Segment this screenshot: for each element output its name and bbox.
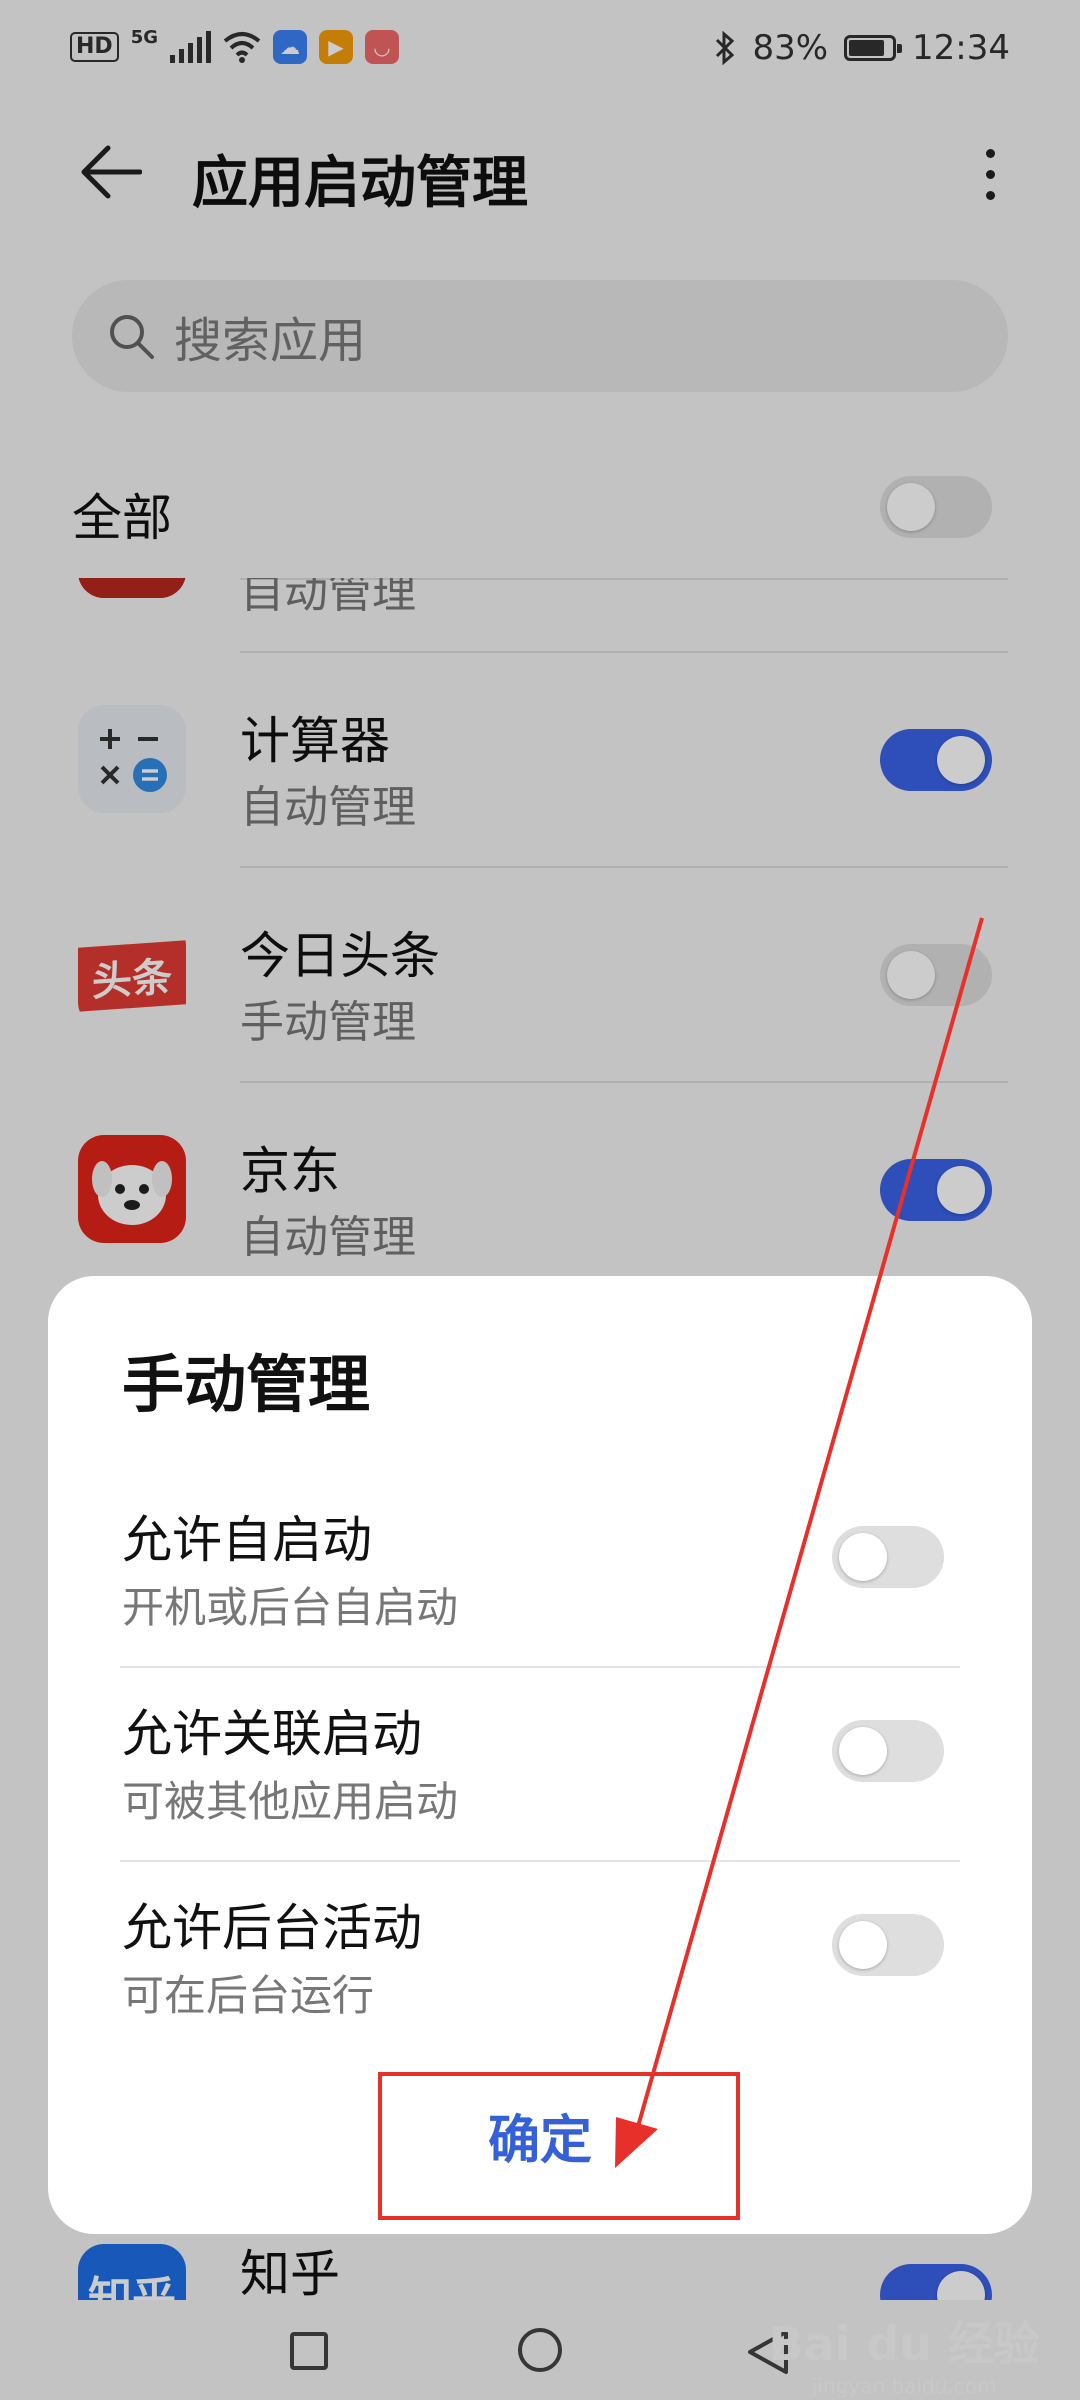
settings-screen: HD 5G ☁ ▶ ◡ 83% 12:34 应用启动管理 搜索应用 全部 自动管…	[0, 0, 1080, 2400]
annotation-arrow-icon	[615, 917, 984, 2168]
watermark-sub: jingyan.baidu.com	[811, 2374, 997, 2398]
watermark-main: Bai du 经验	[768, 2317, 1040, 2371]
baidu-watermark: Bai du 经验 jingyan.baidu.com	[768, 2308, 1040, 2398]
